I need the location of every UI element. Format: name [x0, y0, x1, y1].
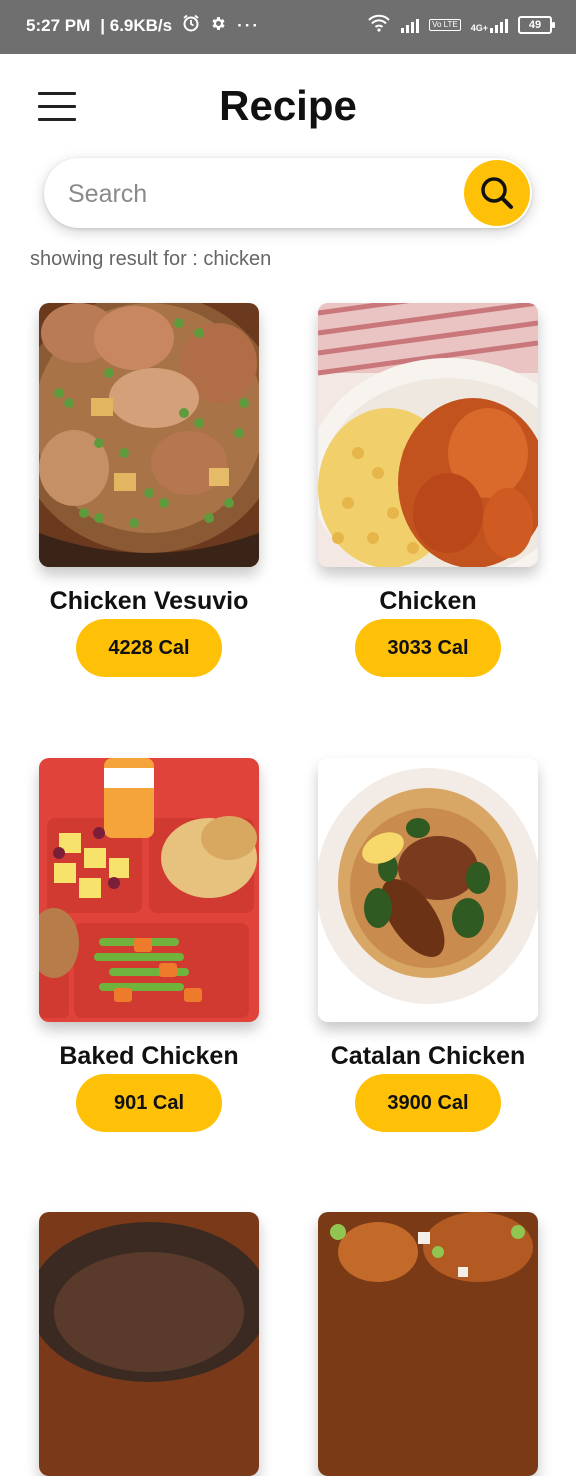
status-time: 5:27 PM — [26, 15, 91, 35]
volte-icon: Vo LTE — [429, 18, 461, 31]
recipe-image[interactable] — [39, 303, 259, 567]
calorie-badge[interactable]: 4228 Cal — [76, 619, 222, 677]
recipe-card[interactable]: Chicken 3033 Cal — [318, 303, 538, 677]
status-speed: | 6.9KB/s — [100, 15, 173, 35]
recipe-image[interactable] — [318, 1212, 538, 1476]
search-bar — [44, 158, 532, 228]
alarm-icon — [182, 14, 200, 37]
more-notifications-icon: ··· — [237, 15, 261, 35]
search-result-label: showing result for : chicken — [30, 248, 272, 270]
app-header: Recipe — [0, 54, 576, 164]
recipe-image[interactable] — [318, 303, 538, 567]
calorie-badge[interactable]: 901 Cal — [76, 1074, 222, 1132]
calorie-badge[interactable]: 3033 Cal — [355, 619, 501, 677]
recipe-image[interactable] — [39, 1212, 259, 1476]
search-input[interactable] — [66, 172, 450, 216]
network-type-icon: 4G+ — [471, 17, 508, 33]
recipe-image[interactable] — [39, 758, 259, 1022]
recipe-card[interactable] — [318, 1212, 538, 1476]
status-right: Vo LTE 4G+ 49 — [367, 14, 555, 35]
recipe-name: Baked Chicken — [59, 1042, 239, 1070]
signal-icon-2 — [490, 17, 508, 33]
recipe-card[interactable]: Chicken Vesuvio 4228 Cal — [39, 303, 259, 677]
status-bar: 5:27 PM | 6.9KB/s ··· Vo LTE 4G+ 49 — [0, 0, 576, 54]
recipe-name: Catalan Chicken — [330, 1042, 526, 1070]
recipe-card[interactable] — [39, 1212, 259, 1476]
battery-icon: 49 — [518, 15, 555, 34]
signal-icon — [401, 17, 420, 33]
network-speed: 6.9KB/s — [109, 15, 173, 35]
recipe-name: Chicken — [379, 587, 477, 615]
recipe-image[interactable] — [318, 758, 538, 1022]
settings-icon — [210, 15, 227, 37]
recipe-card[interactable]: Catalan Chicken 3900 Cal — [318, 758, 538, 1132]
search-icon — [481, 177, 513, 209]
wifi-icon — [367, 14, 391, 35]
page-title: Recipe — [219, 82, 357, 129]
recipe-card[interactable]: Baked Chicken 901 Cal — [39, 758, 259, 1132]
search-button[interactable] — [464, 160, 530, 226]
network-type: 4G+ — [470, 22, 488, 33]
recipe-name: Chicken Vesuvio — [49, 587, 249, 615]
calorie-badge[interactable]: 3900 Cal — [355, 1074, 501, 1132]
status-left: 5:27 PM | 6.9KB/s ··· — [26, 14, 260, 37]
